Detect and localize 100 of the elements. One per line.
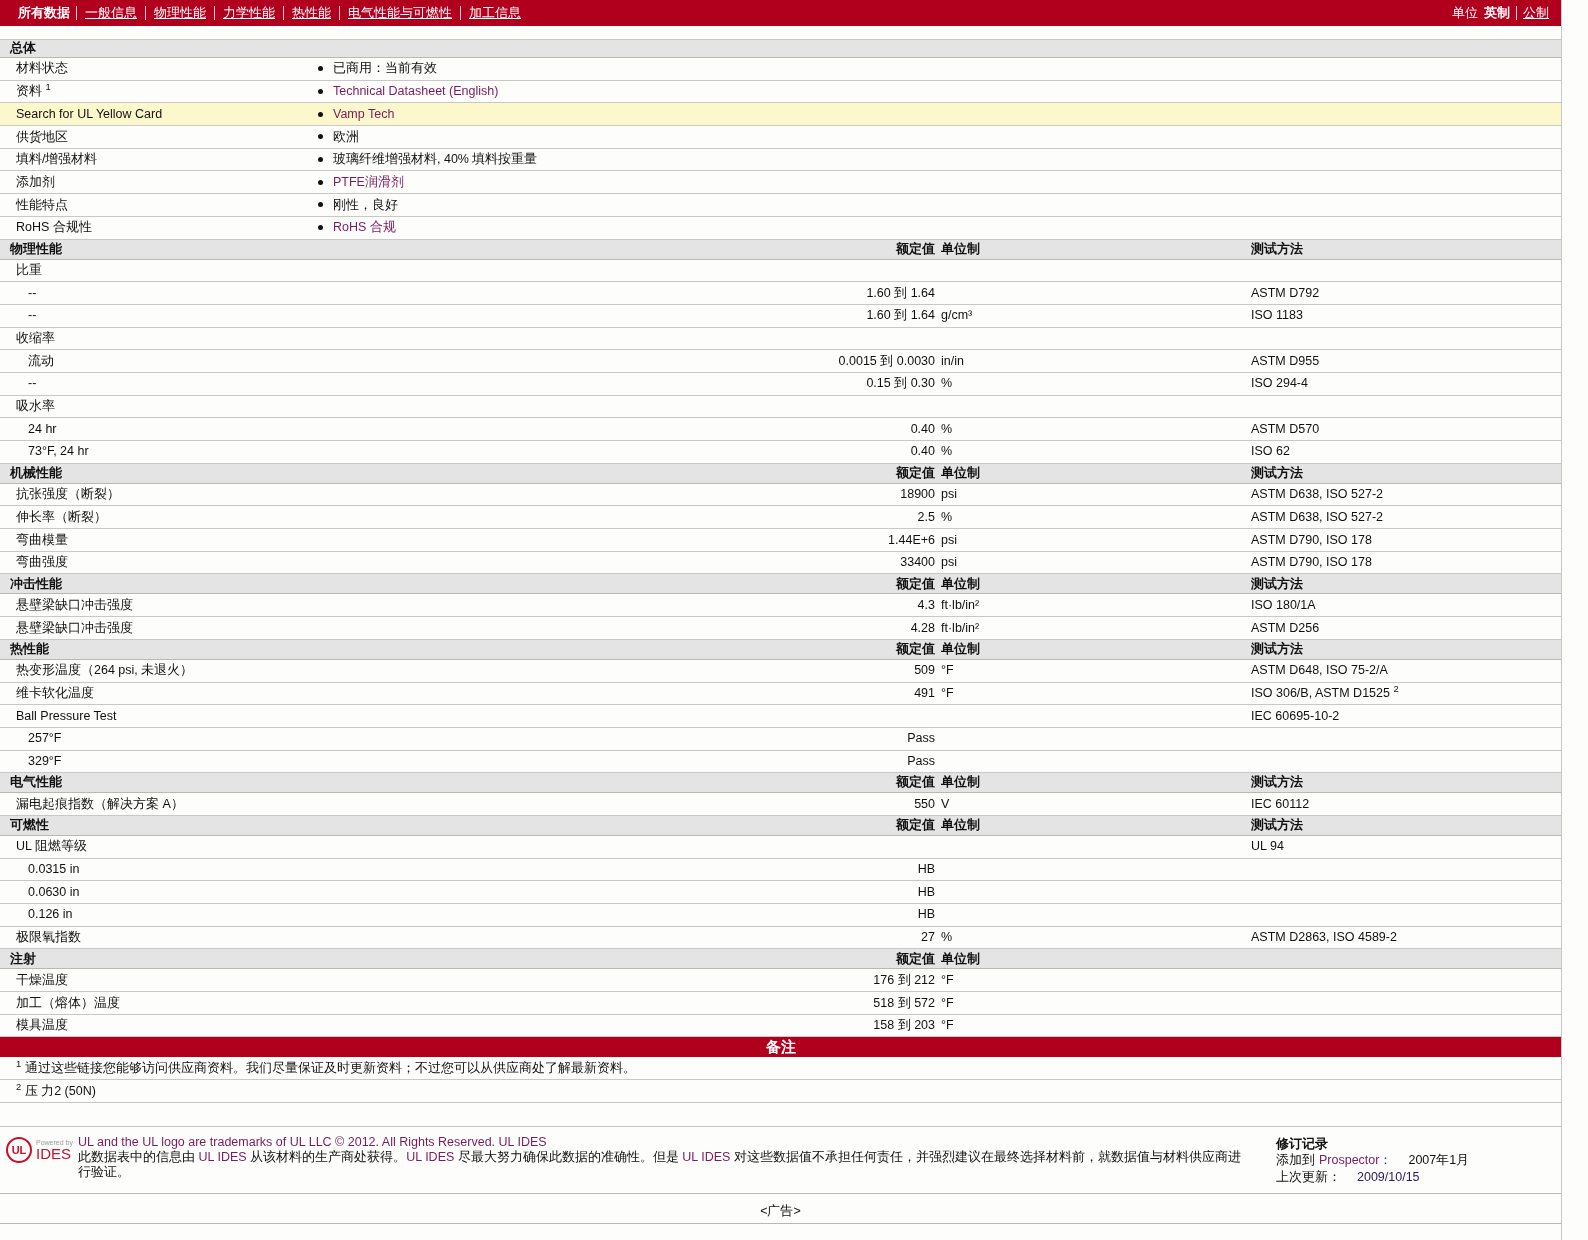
prospector-link[interactable]: Prospector： <box>1319 1151 1393 1169</box>
row-label: 热变形温度（264 psi, 未退火） <box>15 662 194 680</box>
row-unit: psi <box>940 554 957 572</box>
column-header: 测试方法 <box>1250 464 1304 482</box>
section-title: 可燃性 <box>9 817 50 835</box>
row-label: 吸水率 <box>15 398 55 416</box>
column-header: 测试方法 <box>1250 816 1304 835</box>
column-header: 额定值 <box>895 640 935 658</box>
row-label: 干燥温度 <box>15 971 68 989</box>
ul-logo-mark: UL <box>6 1136 32 1163</box>
row-value: 4.28 <box>909 619 935 637</box>
nav-tab[interactable]: 一般信息 <box>79 5 143 20</box>
bullet-icon <box>318 225 323 231</box>
row-unit: °F <box>940 971 954 989</box>
trademark-notice: UL and the UL logo are trademarks of UL LLC © 2012. All Rights Reserved. UL IDES <box>78 1134 548 1150</box>
nav-tab[interactable]: 力学性能 <box>217 5 281 20</box>
row-label: -- <box>27 284 37 302</box>
value-link[interactable]: PTFE润滑剂 <box>333 172 404 192</box>
test-method: ASTM D256 <box>1250 619 1320 637</box>
row-unit: °F <box>940 684 954 702</box>
column-header: 额定值 <box>895 240 935 258</box>
ides-link[interactable]: UL IDES <box>498 1134 547 1149</box>
unit-option[interactable]: 英制 <box>1484 6 1510 20</box>
column-header: 测试方法 <box>1250 240 1304 258</box>
row-value: 176 到 212 <box>872 971 935 989</box>
ides-link[interactable]: UL IDES <box>406 1149 455 1164</box>
row-label: 模具温度 <box>15 1017 68 1035</box>
bullet-icon <box>318 134 323 140</box>
bullet-icon <box>318 179 323 185</box>
row-value: 27 <box>920 929 935 947</box>
test-method: ASTM D570 <box>1250 420 1320 438</box>
row-value: 0.15 到 0.30 <box>865 375 935 393</box>
row-value: 1.44E+6 <box>887 531 935 549</box>
row-label: 收缩率 <box>15 330 55 348</box>
bullet-icon <box>318 157 323 163</box>
row-unit: °F <box>940 994 954 1012</box>
nav-tab[interactable]: 电气性能与可燃性 <box>342 5 458 20</box>
column-header: 额定值 <box>895 774 935 792</box>
added-label: 添加到 <box>1276 1151 1315 1169</box>
row-label: 73°F, 24 hr <box>27 443 89 461</box>
nav-tab[interactable]: 物理性能 <box>148 5 212 20</box>
row-label: 比重 <box>15 261 42 279</box>
row-value: 0.0015 到 0.0030 <box>837 352 935 370</box>
test-method: ISO 294-4 <box>1250 375 1308 393</box>
unit-option[interactable]: 公制 <box>1516 6 1549 20</box>
row-value: 33400 <box>899 554 935 572</box>
row-label: 添加剂 <box>15 173 56 191</box>
row-label: 材料状态 <box>15 60 69 78</box>
value-link[interactable]: RoHS 合规 <box>333 218 396 238</box>
row-unit: g/cm³ <box>940 307 973 325</box>
row-unit: % <box>940 420 953 438</box>
section-title: 冲击性能 <box>9 575 63 593</box>
ides-link[interactable]: UL IDES <box>682 1149 731 1164</box>
row-label: 弯曲强度 <box>15 554 68 572</box>
row-value: Pass <box>906 730 935 748</box>
row-value: 491 <box>913 684 935 702</box>
column-header: 单位制 <box>940 640 981 658</box>
column-header: 单位制 <box>940 817 981 835</box>
value-link[interactable]: Technical Datasheet (English) <box>333 82 499 101</box>
row-unit: in/in <box>940 352 964 370</box>
row-value: 509 <box>913 662 935 680</box>
ides-link[interactable]: UL IDES <box>198 1149 247 1164</box>
row-value: 2.5 <box>916 508 935 526</box>
bullet-icon <box>318 66 323 72</box>
row-label: 悬壁梁缺口冲击强度 <box>15 619 133 637</box>
nav-tab[interactable]: 所有数据 <box>12 5 76 20</box>
row-label: 0.126 in <box>27 906 73 924</box>
bullet-icon <box>318 202 323 208</box>
row-value: 158 到 203 <box>872 1017 935 1035</box>
row-unit: % <box>940 443 953 461</box>
row-value: 0.40 <box>909 420 935 438</box>
row-unit: psi <box>940 486 957 504</box>
test-method: ASTM D955 <box>1250 352 1320 370</box>
row-label: 0.0630 in <box>27 883 80 901</box>
row-value: 已商用：当前有效 <box>333 60 437 78</box>
row-label: UL 阻燃等级 <box>15 838 87 856</box>
row-label: -- <box>27 307 37 325</box>
revision-title: 修订记录 <box>1276 1134 1329 1152</box>
row-unit: psi <box>940 531 957 549</box>
row-value: 0.40 <box>909 443 935 461</box>
test-method: ASTM D790, ISO 178 <box>1250 531 1372 549</box>
row-unit: V <box>940 795 950 813</box>
test-method: ISO 306/B, ASTM D1525 $^{2}$ <box>1250 683 1399 702</box>
row-value: HB <box>916 861 935 879</box>
value-link[interactable]: Vamp Tech <box>333 104 395 124</box>
units-label: 单位 <box>1452 4 1478 23</box>
row-label: 弯曲模量 <box>15 531 68 549</box>
row-label: 加工（熔体）温度 <box>15 994 120 1012</box>
ad-label: <广告> <box>760 1203 801 1221</box>
column-header: 单位制 <box>940 240 981 258</box>
row-value: 18900 <box>899 486 935 504</box>
column-header: 单位制 <box>940 950 981 968</box>
test-method: ASTM D648, ISO 75-2/A <box>1250 662 1388 680</box>
test-method: IEC 60112 <box>1250 795 1310 813</box>
section-title: 热性能 <box>9 640 50 658</box>
footnote-text: $^{1}$ 通过这些链接您能够访问供应商资料。我们尽量保证及时更新资料；不过您可以从供应商处了解最新资料。 <box>16 1058 636 1077</box>
nav-tab[interactable]: 热性能 <box>286 5 337 20</box>
updated-date: 2009/10/15 <box>1357 1168 1420 1186</box>
nav-tab[interactable]: 加工信息 <box>463 5 527 20</box>
column-header: 单位制 <box>940 464 981 482</box>
